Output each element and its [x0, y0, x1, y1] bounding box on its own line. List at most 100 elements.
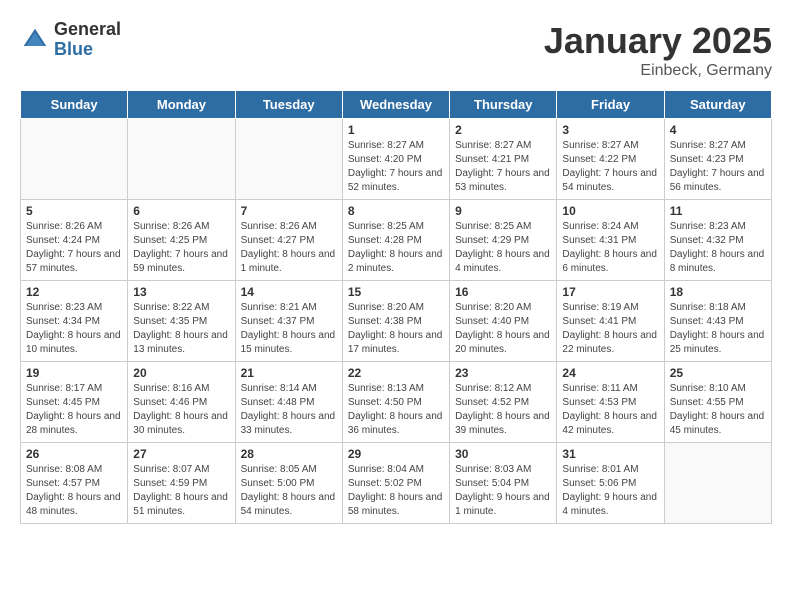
location: Einbeck, Germany [544, 62, 772, 80]
logo-blue: Blue [54, 40, 121, 60]
day-number: 10 [562, 204, 658, 218]
day-number: 18 [670, 285, 766, 299]
weekday-header-wednesday: Wednesday [342, 91, 449, 119]
day-info: Sunrise: 8:17 AM Sunset: 4:45 PM Dayligh… [26, 382, 122, 438]
day-info: Sunrise: 8:10 AM Sunset: 4:55 PM Dayligh… [670, 382, 766, 438]
calendar-cell: 7 Sunrise: 8:26 AM Sunset: 4:27 PM Daylig… [235, 200, 342, 281]
title-block: January 2025 Einbeck, Germany [544, 20, 772, 80]
day-number: 15 [348, 285, 444, 299]
day-info: Sunrise: 8:05 AM Sunset: 5:00 PM Dayligh… [241, 463, 337, 519]
day-info: Sunrise: 8:12 AM Sunset: 4:52 PM Dayligh… [455, 382, 551, 438]
week-row-5: 26Sunrise: 8:08 AM Sunset: 4:57 PM Dayli… [21, 443, 772, 524]
week-row-2: 5 Sunrise: 8:26 AM Sunset: 4:24 PM Daylig… [21, 200, 772, 281]
day-number: 16 [455, 285, 551, 299]
day-number: 29 [348, 447, 444, 461]
day-number: 13 [133, 285, 229, 299]
day-info: Sunrise: 8:20 AM Sunset: 4:38 PM Dayligh… [348, 301, 444, 357]
calendar-cell: 19 Sunrise: 8:17 AM Sunset: 4:45 PM Dayli… [21, 362, 128, 443]
day-number: 5 [26, 204, 122, 218]
calendar-cell: 23 Sunrise: 8:12 AM Sunset: 4:52 PM Dayli… [450, 362, 557, 443]
calendar-cell: 31 Sunrise: 8:01 AM Sunset: 5:06 PM Dayli… [557, 443, 664, 524]
calendar-cell: 17 Sunrise: 8:19 AM Sunset: 4:41 PM Dayli… [557, 281, 664, 362]
day-info: Sunrise: 8:23 AM Sunset: 4:34 PM Dayligh… [26, 301, 122, 357]
day-number: 22 [348, 366, 444, 380]
calendar-cell: 13Sunrise: 8:22 AM Sunset: 4:35 PM Dayli… [128, 281, 235, 362]
day-info: Sunrise: 8:13 AM Sunset: 4:50 PM Dayligh… [348, 382, 444, 438]
day-number: 17 [562, 285, 658, 299]
calendar-cell: 21 Sunrise: 8:14 AM Sunset: 4:48 PM Dayli… [235, 362, 342, 443]
weekday-row: SundayMondayTuesdayWednesdayThursdayFrid… [21, 91, 772, 119]
day-number: 14 [241, 285, 337, 299]
calendar-cell: 1 Sunrise: 8:27 AM Sunset: 4:20 PM Daylig… [342, 119, 449, 200]
day-number: 28 [241, 447, 337, 461]
day-info: Sunrise: 8:26 AM Sunset: 4:24 PM Dayligh… [26, 220, 122, 276]
logo: General Blue [20, 20, 121, 60]
calendar-cell: 8 Sunrise: 8:25 AM Sunset: 4:28 PM Daylig… [342, 200, 449, 281]
day-number: 27 [133, 447, 229, 461]
weekday-header-tuesday: Tuesday [235, 91, 342, 119]
day-info: Sunrise: 8:18 AM Sunset: 4:43 PM Dayligh… [670, 301, 766, 357]
calendar-table: SundayMondayTuesdayWednesdayThursdayFrid… [20, 90, 772, 524]
calendar-cell: 24 Sunrise: 8:11 AM Sunset: 4:53 PM Dayli… [557, 362, 664, 443]
calendar-cell: 5 Sunrise: 8:26 AM Sunset: 4:24 PM Daylig… [21, 200, 128, 281]
calendar-cell [235, 119, 342, 200]
day-number: 2 [455, 123, 551, 137]
day-info: Sunrise: 8:27 AM Sunset: 4:20 PM Dayligh… [348, 139, 444, 195]
day-info: Sunrise: 8:26 AM Sunset: 4:27 PM Dayligh… [241, 220, 337, 276]
week-row-3: 12 Sunrise: 8:23 AM Sunset: 4:34 PM Dayli… [21, 281, 772, 362]
calendar-cell: 29 Sunrise: 8:04 AM Sunset: 5:02 PM Dayli… [342, 443, 449, 524]
day-number: 6 [133, 204, 229, 218]
calendar-cell [21, 119, 128, 200]
day-number: 24 [562, 366, 658, 380]
day-info: Sunrise: 8:01 AM Sunset: 5:06 PM Dayligh… [562, 463, 658, 519]
day-number: 21 [241, 366, 337, 380]
day-info: Sunrise: 8:03 AM Sunset: 5:04 PM Dayligh… [455, 463, 551, 519]
day-number: 26 [26, 447, 122, 461]
day-info: Sunrise: 8:27 AM Sunset: 4:21 PM Dayligh… [455, 139, 551, 195]
day-info: Sunrise: 8:19 AM Sunset: 4:41 PM Dayligh… [562, 301, 658, 357]
calendar-cell: 10Sunrise: 8:24 AM Sunset: 4:31 PM Dayli… [557, 200, 664, 281]
calendar-cell: 11Sunrise: 8:23 AM Sunset: 4:32 PM Dayli… [664, 200, 771, 281]
day-number: 31 [562, 447, 658, 461]
day-number: 25 [670, 366, 766, 380]
day-info: Sunrise: 8:14 AM Sunset: 4:48 PM Dayligh… [241, 382, 337, 438]
day-info: Sunrise: 8:27 AM Sunset: 4:23 PM Dayligh… [670, 139, 766, 195]
day-info: Sunrise: 8:21 AM Sunset: 4:37 PM Dayligh… [241, 301, 337, 357]
calendar-cell [664, 443, 771, 524]
day-info: Sunrise: 8:25 AM Sunset: 4:29 PM Dayligh… [455, 220, 551, 276]
calendar-cell: 16 Sunrise: 8:20 AM Sunset: 4:40 PM Dayli… [450, 281, 557, 362]
day-number: 8 [348, 204, 444, 218]
weekday-header-monday: Monday [128, 91, 235, 119]
day-info: Sunrise: 8:20 AM Sunset: 4:40 PM Dayligh… [455, 301, 551, 357]
weekday-header-saturday: Saturday [664, 91, 771, 119]
day-info: Sunrise: 8:25 AM Sunset: 4:28 PM Dayligh… [348, 220, 444, 276]
logo-text: General Blue [54, 20, 121, 60]
calendar-cell: 15 Sunrise: 8:20 AM Sunset: 4:38 PM Dayli… [342, 281, 449, 362]
day-number: 19 [26, 366, 122, 380]
day-info: Sunrise: 8:07 AM Sunset: 4:59 PM Dayligh… [133, 463, 229, 519]
calendar-cell: 25 Sunrise: 8:10 AM Sunset: 4:55 PM Dayli… [664, 362, 771, 443]
day-number: 7 [241, 204, 337, 218]
day-info: Sunrise: 8:16 AM Sunset: 4:46 PM Dayligh… [133, 382, 229, 438]
day-info: Sunrise: 8:11 AM Sunset: 4:53 PM Dayligh… [562, 382, 658, 438]
day-number: 30 [455, 447, 551, 461]
day-number: 3 [562, 123, 658, 137]
day-info: Sunrise: 8:27 AM Sunset: 4:22 PM Dayligh… [562, 139, 658, 195]
calendar-cell: 9 Sunrise: 8:25 AM Sunset: 4:29 PM Daylig… [450, 200, 557, 281]
week-row-1: 1 Sunrise: 8:27 AM Sunset: 4:20 PM Daylig… [21, 119, 772, 200]
week-row-4: 19 Sunrise: 8:17 AM Sunset: 4:45 PM Dayli… [21, 362, 772, 443]
page-header: General Blue January 2025 Einbeck, Germa… [20, 20, 772, 80]
day-info: Sunrise: 8:23 AM Sunset: 4:32 PM Dayligh… [670, 220, 766, 276]
calendar-header: SundayMondayTuesdayWednesdayThursdayFrid… [21, 91, 772, 119]
logo-general: General [54, 20, 121, 40]
calendar-cell: 2 Sunrise: 8:27 AM Sunset: 4:21 PM Daylig… [450, 119, 557, 200]
day-number: 9 [455, 204, 551, 218]
day-number: 1 [348, 123, 444, 137]
calendar-cell: 12 Sunrise: 8:23 AM Sunset: 4:34 PM Dayli… [21, 281, 128, 362]
calendar-body: 1 Sunrise: 8:27 AM Sunset: 4:20 PM Daylig… [21, 119, 772, 524]
day-number: 12 [26, 285, 122, 299]
day-number: 20 [133, 366, 229, 380]
day-info: Sunrise: 8:04 AM Sunset: 5:02 PM Dayligh… [348, 463, 444, 519]
calendar-cell: 6Sunrise: 8:26 AM Sunset: 4:25 PM Daylig… [128, 200, 235, 281]
day-number: 23 [455, 366, 551, 380]
